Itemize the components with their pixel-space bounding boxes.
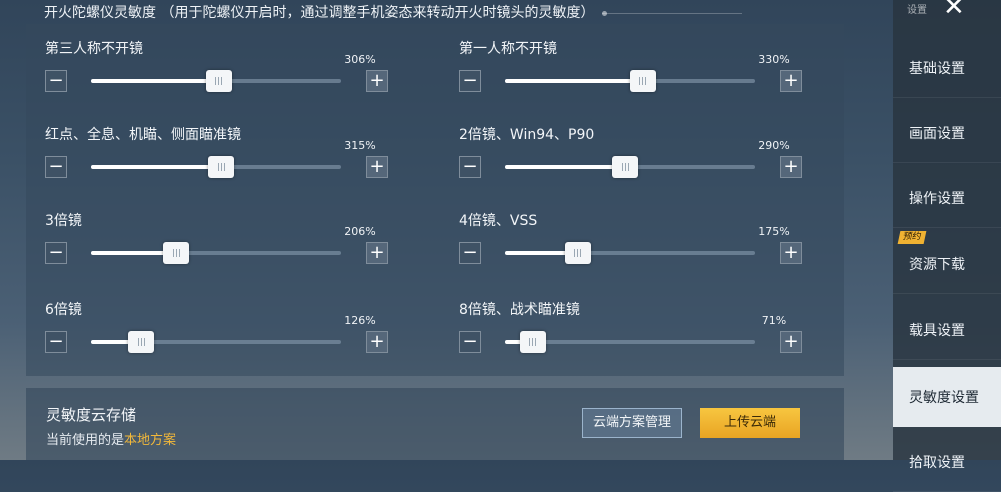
slider-fill [91,79,219,83]
sidebar-item-downloads[interactable]: 预约 资源下载 [893,231,1001,294]
decrease-button[interactable]: − [459,70,481,92]
sidebar-item-label: 基础设置 [909,60,965,77]
sidebar-item-label: 资源下载 [909,256,965,273]
decrease-button[interactable]: − [45,331,67,353]
reserve-badge: 预约 [897,231,927,244]
slider-thumb[interactable] [629,70,656,92]
slider-percent: 315% [344,139,376,152]
slider-row: 3倍镜 206% − + [26,196,388,276]
slider-row: 6倍镜 126% − + [26,285,388,365]
sidebar-item-label: 灵敏度设置 [909,389,979,406]
slider-percent: 71% [761,314,787,327]
current-scheme-value: 本地方案 [124,433,177,448]
slider-track[interactable] [505,70,755,92]
slider-thumb[interactable] [128,331,154,353]
sidebar-item-label: 载具设置 [909,322,965,339]
increase-button[interactable]: + [366,156,388,178]
slider-track[interactable] [505,156,755,178]
slider-thumb[interactable] [564,242,591,264]
sidebar-item-label: 拾取设置 [909,454,965,471]
sidebar-item-vehicle[interactable]: 载具设置 [893,300,1001,360]
decrease-button[interactable]: − [459,331,481,353]
settings-sidebar: 设置 ✕ 基础设置 画面设置 操作设置 预约 资源下载 载具设置 灵敏度设置 拾… [893,0,1001,492]
increase-button[interactable]: + [780,156,802,178]
slider-label: 第一人称不开镜 [459,41,557,57]
sidebar-item-pickup[interactable]: 拾取设置 [893,432,1001,492]
sidebar-item-label: 操作设置 [909,190,965,207]
sidebar-item-basic[interactable]: 基础设置 [893,38,1001,98]
slider-label: 3倍镜 [45,213,82,229]
slider-fill [505,165,625,169]
slider-thumb[interactable] [205,70,232,92]
slider-row: 第三人称不开镜 306% − + [26,24,388,104]
sidebar-item-sensitivity[interactable]: 灵敏度设置 [893,367,1001,427]
increase-button[interactable]: + [366,331,388,353]
slider-row: 4倍镜、VSS 175% − + [440,196,802,276]
slider-track[interactable] [505,242,755,264]
slider-thumb[interactable] [519,331,546,353]
slider-label: 4倍镜、VSS [459,213,538,229]
slider-thumb[interactable] [208,156,234,178]
increase-button[interactable]: + [780,242,802,264]
slider-fill [505,79,643,83]
cloud-storage-panel: 灵敏度云存储 当前使用的是本地方案 云端方案管理 上传云端 [26,388,844,460]
sidebar-item-controls[interactable]: 操作设置 [893,168,1001,228]
slider-track[interactable] [91,331,341,353]
slider-label: 第三人称不开镜 [45,41,143,57]
slider-percent: 330% [758,53,790,66]
slider-track[interactable] [91,242,341,264]
sidebar-item-label: 画面设置 [909,125,965,142]
slider-percent: 126% [344,314,376,327]
slider-label: 6倍镜 [45,302,82,318]
current-scheme-prefix: 当前使用的是 [46,433,125,448]
increase-button[interactable]: + [366,242,388,264]
close-icon[interactable]: ✕ [943,0,965,22]
gyro-section-header: 开火陀螺仪灵敏度 （用于陀螺仪开启时，通过调整手机姿态来转动开火时镜头的灵敏度） [44,2,743,22]
header-divider [602,10,743,16]
sidebar-item-graphics[interactable]: 画面设置 [893,103,1001,163]
decrease-button[interactable]: − [459,156,481,178]
increase-button[interactable]: + [780,70,802,92]
slider-label: 8倍镜、战术瞄准镜 [459,302,580,318]
slider-percent: 206% [344,225,376,238]
slider-row: 2倍镜、Win94、P90 290% − + [440,110,802,190]
slider-thumb[interactable] [612,156,638,178]
gyro-section-title: 开火陀螺仪灵敏度 （用于陀螺仪开启时，通过调整手机姿态来转动开火时镜头的灵敏度） [44,5,595,21]
increase-button[interactable]: + [780,331,802,353]
slider-row: 第一人称不开镜 330% − + [440,24,802,104]
cloud-storage-title: 灵敏度云存储 [46,406,137,424]
decrease-button[interactable]: − [45,156,67,178]
slider-label: 红点、全息、机瞄、侧面瞄准镜 [45,127,241,143]
slider-label: 2倍镜、Win94、P90 [459,127,595,143]
sensitivity-panel: 第三人称不开镜 306% − + 第一人称不开镜 330% − + 红点、全息、… [26,24,844,376]
current-scheme: 当前使用的是本地方案 [46,429,176,448]
slider-track[interactable] [91,156,341,178]
settings-title: 设置 [907,5,927,16]
slider-row: 8倍镜、战术瞄准镜 71% − + [440,285,802,365]
decrease-button[interactable]: − [45,70,67,92]
slider-percent: 175% [758,225,790,238]
slider-fill [91,165,221,169]
upload-cloud-button[interactable]: 上传云端 [700,408,800,438]
cloud-scheme-manage-button[interactable]: 云端方案管理 [582,408,682,438]
sidebar-header: 设置 ✕ [893,0,1001,22]
slider-percent: 306% [344,53,376,66]
slider-track[interactable] [505,331,755,353]
decrease-button[interactable]: − [45,242,67,264]
slider-thumb[interactable] [163,242,189,264]
slider-row: 红点、全息、机瞄、侧面瞄准镜 315% − + [26,110,388,190]
increase-button[interactable]: + [366,70,388,92]
slider-track[interactable] [91,70,341,92]
decrease-button[interactable]: − [459,242,481,264]
slider-percent: 290% [758,139,790,152]
